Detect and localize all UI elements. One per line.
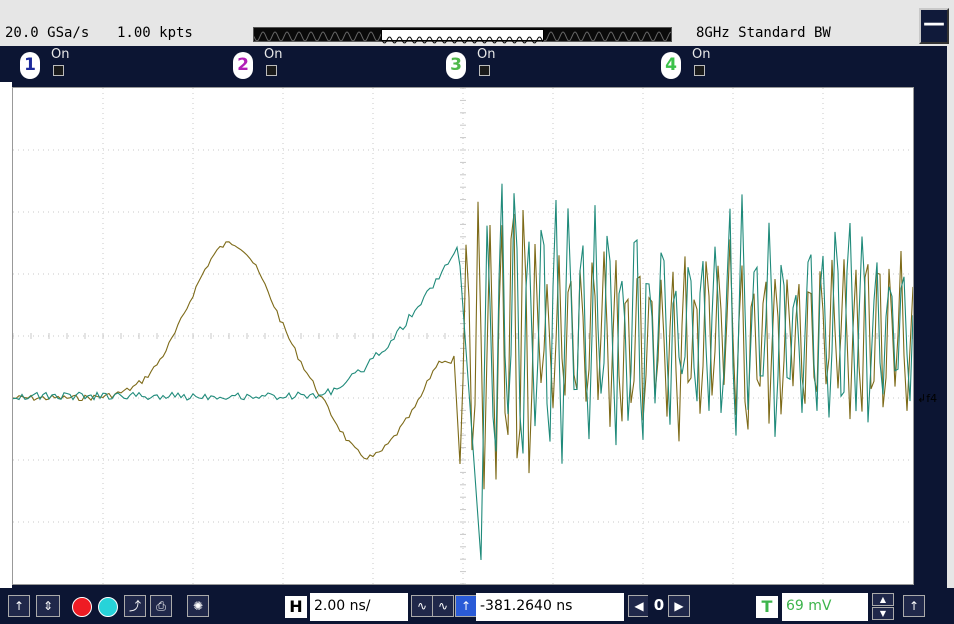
trigger-label: T: [756, 596, 778, 618]
autoscale-icon[interactable]: ⤴: [124, 595, 146, 617]
memory-depth: 1.00 kpts: [117, 25, 193, 41]
waveform-trace-olive: [12, 201, 914, 490]
channel-1-checkbox[interactable]: [53, 65, 64, 76]
channel-4-checkbox[interactable]: [694, 65, 705, 76]
delay-step: 0: [648, 595, 670, 617]
channel-2-badge[interactable]: 2: [233, 52, 253, 79]
channel-3-checkbox[interactable]: [479, 65, 490, 76]
sample-rate: 20.0 GSa/s: [5, 25, 90, 41]
channel-3[interactable]: 3 On: [446, 47, 526, 80]
channel-2[interactable]: 2 On: [233, 47, 313, 80]
wave-alt-icon[interactable]: ∿: [432, 595, 454, 617]
triangle-up-icon[interactable]: ▲: [872, 593, 894, 606]
triangle-down-icon[interactable]: ▼: [872, 607, 894, 620]
left-gutter: [0, 82, 12, 588]
wave-icon[interactable]: ∿: [411, 595, 433, 617]
print-icon[interactable]: ⎙: [150, 595, 172, 617]
channel-1-badge[interactable]: 1: [20, 52, 40, 79]
chevron-right-icon[interactable]: ▶: [668, 595, 690, 617]
channel-1[interactable]: 1 On: [20, 47, 100, 80]
channel-3-state: On: [477, 47, 496, 62]
waveform-display[interactable]: [12, 87, 914, 585]
trigger-level-marker[interactable]: ↲f4: [917, 392, 937, 405]
channel-4-state: On: [692, 47, 711, 62]
arrow-up-icon[interactable]: ↑: [8, 595, 30, 617]
window-wave-icon: [381, 36, 544, 44]
arrow-up-icon[interactable]: ↑: [903, 595, 925, 617]
channel-bar: 1 On 2 On 3 On 4 On: [0, 46, 947, 82]
channel-4[interactable]: 4 On: [661, 47, 741, 80]
channel-2-checkbox[interactable]: [266, 65, 277, 76]
waveform-canvas: [12, 87, 914, 585]
trigger-level-field[interactable]: 69 mV: [782, 593, 868, 621]
timebase-field[interactable]: 2.00 ns/: [310, 593, 408, 621]
graticule: [12, 87, 914, 585]
single-button[interactable]: [98, 597, 118, 617]
channel-2-state: On: [264, 47, 283, 62]
arrow-up-icon[interactable]: ↑: [455, 595, 477, 617]
minimize-button[interactable]: —: [919, 8, 949, 44]
horizontal-label: H: [285, 596, 307, 618]
channel-1-state: On: [51, 47, 70, 62]
status-bar: 20.0 GSa/s 1.00 kpts 8GHz Standard BW —: [0, 0, 954, 46]
run-stop-button[interactable]: [72, 597, 92, 617]
bottom-toolbar: ↑ ⇕ ⤴ ⎙ ✺ H 2.00 ns/ ∿ ∿ ↑ -381.2640 ns …: [0, 588, 954, 624]
sun-icon[interactable]: ✺: [187, 595, 209, 617]
channel-3-badge[interactable]: 3: [446, 52, 466, 79]
record-window-marker[interactable]: [381, 29, 544, 44]
arrow-up-down-icon[interactable]: ⇕: [36, 595, 60, 617]
chevron-left-icon[interactable]: ◀: [628, 595, 650, 617]
bandwidth: 8GHz Standard BW: [696, 25, 831, 41]
delay-field[interactable]: -381.2640 ns: [476, 593, 624, 621]
right-gutter: [947, 46, 954, 588]
channel-4-badge[interactable]: 4: [661, 52, 681, 79]
